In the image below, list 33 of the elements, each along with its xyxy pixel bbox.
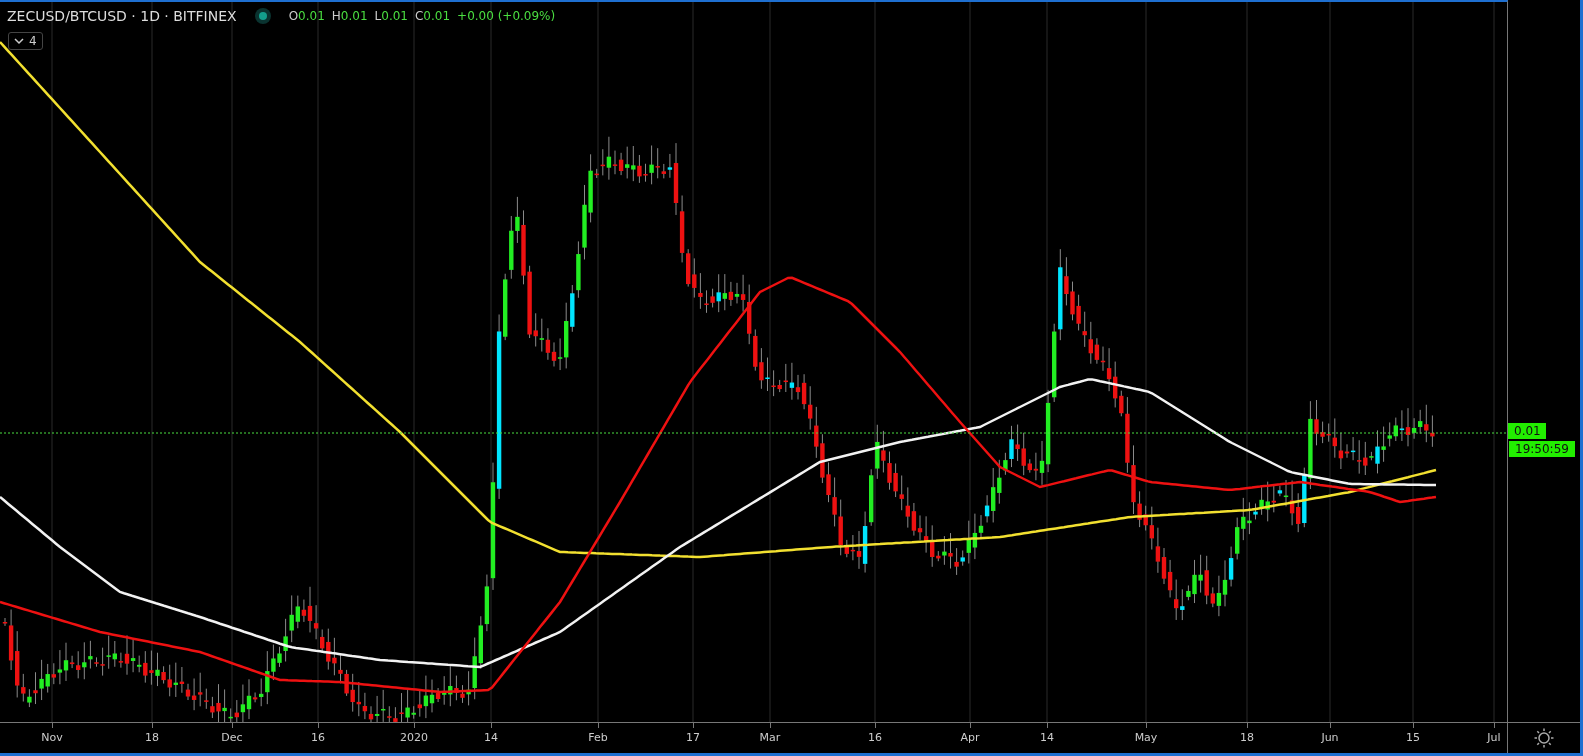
time-axis-label: Apr [960, 731, 980, 744]
ohlc-value: 0.01 [340, 9, 368, 23]
countdown-label: 19:50:59 [1509, 441, 1575, 457]
time-axis-label: May [1134, 731, 1158, 744]
time-axis-label: Nov [41, 731, 63, 744]
time-axis-label: 14 [484, 731, 498, 744]
symbol-title: ZECUSD/BTCUSD · 1D · BITFINEX [7, 8, 237, 24]
market-status-icon [254, 8, 271, 24]
ohlc-label: O [288, 9, 299, 23]
settings-icon[interactable] [1534, 728, 1554, 748]
ohlc-value: 0.01 [423, 9, 451, 23]
ohlc-label: C [414, 9, 424, 23]
time-axis-label: 15 [1406, 731, 1420, 744]
ohlc-label: H [331, 9, 341, 23]
time-axis-label: 2020 [400, 731, 428, 744]
time-axis-label: Dec [221, 731, 243, 744]
caret-icon [14, 37, 24, 45]
time-axis-label: 16 [868, 731, 882, 744]
time-axis-label: Mar [759, 731, 781, 744]
ohlc-label: L [374, 9, 382, 23]
ohlc-value: 0.01 [298, 9, 325, 23]
time-axis-label: 18 [145, 731, 159, 744]
indicators-toggle-button[interactable]: 4 [8, 32, 43, 50]
time-axis-label: 17 [686, 731, 700, 744]
time-axis-label: Jun [1321, 731, 1339, 744]
time-axis-label: 16 [311, 731, 325, 744]
price-change: +0.00 (+0.09%) [457, 9, 556, 23]
ohlc-value: 0.01 [381, 9, 408, 23]
time-axis-label: 18 [1240, 731, 1254, 744]
time-axis-label: Jul [1487, 731, 1501, 744]
time-axis-label: Feb [588, 731, 608, 744]
time-axis-label: 14 [1040, 731, 1054, 744]
last-price-label: 0.01 [1508, 423, 1546, 439]
